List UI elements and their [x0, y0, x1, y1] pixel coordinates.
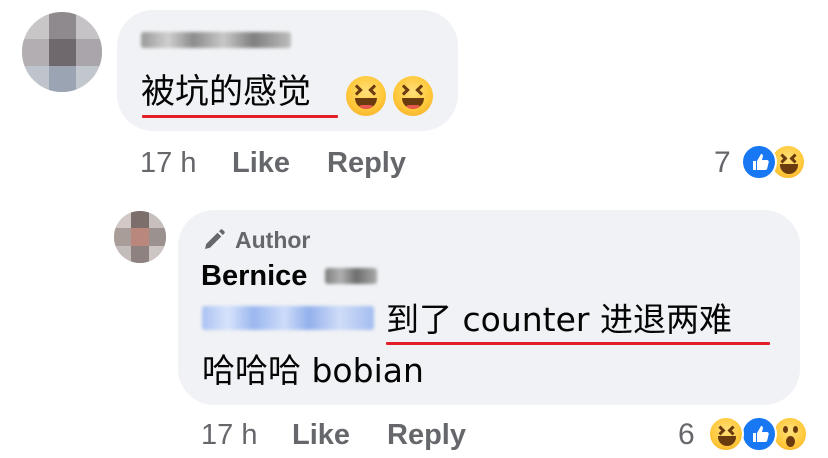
wow-reaction-icon[interactable]: [772, 416, 808, 452]
like-reaction-icon[interactable]: [741, 144, 777, 180]
comment-text: 被坑的感觉: [141, 72, 311, 112]
like-reaction-icon[interactable]: [741, 416, 777, 452]
like-button[interactable]: Like: [292, 418, 350, 452]
author-badge: Author: [235, 227, 311, 253]
haha-reaction-icon[interactable]: [708, 416, 744, 452]
commenter-name-redacted[interactable]: [141, 32, 291, 48]
reaction-count[interactable]: 7: [714, 146, 731, 180]
highlight-underline: [386, 342, 770, 345]
reply-button[interactable]: Reply: [387, 418, 466, 452]
comment-timestamp[interactable]: 17 h: [140, 146, 196, 180]
commenter-avatar[interactable]: [22, 12, 102, 92]
author-surname-redacted: [325, 268, 377, 284]
pencil-icon: [205, 229, 225, 249]
mentioned-name-redacted[interactable]: [202, 306, 374, 330]
author-name[interactable]: Bernice: [201, 260, 307, 293]
highlight-underline: [142, 115, 338, 118]
reply-timestamp[interactable]: 17 h: [201, 418, 257, 452]
author-avatar[interactable]: [114, 211, 166, 263]
reply-text-line1: 到了 counter 进退两难: [386, 300, 732, 339]
reply-text-line2: 哈哈哈 bobian: [202, 351, 424, 390]
reaction-count[interactable]: 6: [678, 418, 695, 452]
grinning-squinting-face-icon: [346, 76, 386, 116]
like-button[interactable]: Like: [232, 146, 290, 180]
reply-button[interactable]: Reply: [327, 146, 406, 180]
grinning-squinting-face-icon: [393, 76, 433, 116]
